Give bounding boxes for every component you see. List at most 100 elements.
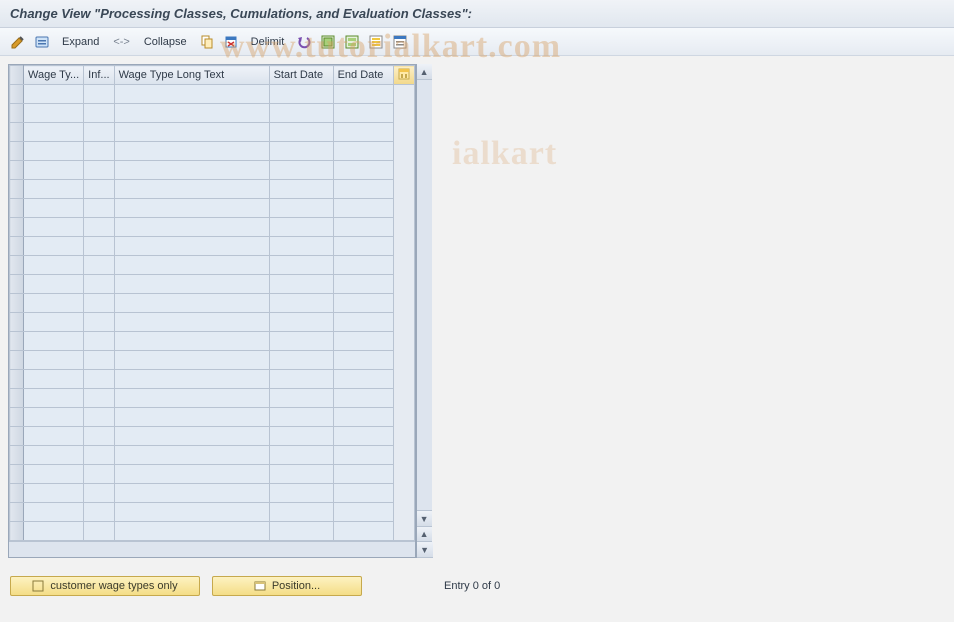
cell-end-date[interactable] bbox=[333, 256, 393, 275]
cell-end-date[interactable] bbox=[333, 180, 393, 199]
cell-long-text[interactable] bbox=[114, 427, 269, 446]
cell-long-text[interactable] bbox=[114, 199, 269, 218]
cell-inf[interactable] bbox=[84, 332, 114, 351]
cell-inf[interactable] bbox=[84, 123, 114, 142]
table-row[interactable] bbox=[10, 522, 415, 541]
cell-end-date[interactable] bbox=[333, 237, 393, 256]
row-handle[interactable] bbox=[10, 313, 24, 332]
scroll-up-icon[interactable]: ▲ bbox=[417, 64, 432, 80]
cell-start-date[interactable] bbox=[269, 370, 333, 389]
vertical-scrollbar[interactable]: ▲ ▼ ▲ ▼ bbox=[416, 64, 432, 558]
cell-wage-type[interactable] bbox=[24, 446, 84, 465]
cell-end-date[interactable] bbox=[333, 142, 393, 161]
cell-long-text[interactable] bbox=[114, 446, 269, 465]
cell-wage-type[interactable] bbox=[24, 313, 84, 332]
toggle-display-change-icon[interactable] bbox=[8, 33, 28, 51]
row-handle[interactable] bbox=[10, 370, 24, 389]
cell-inf[interactable] bbox=[84, 313, 114, 332]
table-row[interactable] bbox=[10, 370, 415, 389]
cell-long-text[interactable] bbox=[114, 161, 269, 180]
table-row[interactable] bbox=[10, 123, 415, 142]
cell-end-date[interactable] bbox=[333, 104, 393, 123]
table-row[interactable] bbox=[10, 503, 415, 522]
cell-start-date[interactable] bbox=[269, 294, 333, 313]
table-row[interactable] bbox=[10, 237, 415, 256]
cell-start-date[interactable] bbox=[269, 123, 333, 142]
cell-long-text[interactable] bbox=[114, 503, 269, 522]
row-handle[interactable] bbox=[10, 218, 24, 237]
cell-inf[interactable] bbox=[84, 446, 114, 465]
select-block-icon[interactable] bbox=[342, 33, 362, 51]
cell-start-date[interactable] bbox=[269, 351, 333, 370]
cell-long-text[interactable] bbox=[114, 218, 269, 237]
row-handle[interactable] bbox=[10, 351, 24, 370]
table-row[interactable] bbox=[10, 104, 415, 123]
cell-inf[interactable] bbox=[84, 237, 114, 256]
cell-wage-type[interactable] bbox=[24, 522, 84, 541]
cell-end-date[interactable] bbox=[333, 351, 393, 370]
cell-wage-type[interactable] bbox=[24, 142, 84, 161]
cell-long-text[interactable] bbox=[114, 465, 269, 484]
cell-start-date[interactable] bbox=[269, 199, 333, 218]
cell-wage-type[interactable] bbox=[24, 332, 84, 351]
cell-start-date[interactable] bbox=[269, 180, 333, 199]
cell-start-date[interactable] bbox=[269, 389, 333, 408]
cell-long-text[interactable] bbox=[114, 123, 269, 142]
cell-start-date[interactable] bbox=[269, 104, 333, 123]
cell-end-date[interactable] bbox=[333, 123, 393, 142]
cell-long-text[interactable] bbox=[114, 522, 269, 541]
row-handle[interactable] bbox=[10, 199, 24, 218]
table-row[interactable] bbox=[10, 180, 415, 199]
table-row[interactable] bbox=[10, 142, 415, 161]
cell-inf[interactable] bbox=[84, 503, 114, 522]
cell-inf[interactable] bbox=[84, 408, 114, 427]
cell-start-date[interactable] bbox=[269, 522, 333, 541]
row-handle[interactable] bbox=[10, 104, 24, 123]
cell-long-text[interactable] bbox=[114, 313, 269, 332]
cell-wage-type[interactable] bbox=[24, 199, 84, 218]
table-row[interactable] bbox=[10, 218, 415, 237]
cell-end-date[interactable] bbox=[333, 199, 393, 218]
row-handle[interactable] bbox=[10, 275, 24, 294]
cell-inf[interactable] bbox=[84, 484, 114, 503]
cell-inf[interactable] bbox=[84, 389, 114, 408]
row-handle[interactable] bbox=[10, 465, 24, 484]
select-all-icon[interactable] bbox=[318, 33, 338, 51]
cell-end-date[interactable] bbox=[333, 484, 393, 503]
table-row[interactable] bbox=[10, 427, 415, 446]
cell-wage-type[interactable] bbox=[24, 484, 84, 503]
row-handle[interactable] bbox=[10, 237, 24, 256]
row-handle[interactable] bbox=[10, 142, 24, 161]
cell-start-date[interactable] bbox=[269, 142, 333, 161]
wage-type-table[interactable]: Wage Ty... Inf... Wage Type Long Text St… bbox=[9, 65, 415, 541]
cell-end-date[interactable] bbox=[333, 522, 393, 541]
cell-end-date[interactable] bbox=[333, 503, 393, 522]
cell-long-text[interactable] bbox=[114, 180, 269, 199]
cell-start-date[interactable] bbox=[269, 313, 333, 332]
cell-inf[interactable] bbox=[84, 294, 114, 313]
cell-end-date[interactable] bbox=[333, 218, 393, 237]
cell-end-date[interactable] bbox=[333, 370, 393, 389]
cell-wage-type[interactable] bbox=[24, 161, 84, 180]
cell-long-text[interactable] bbox=[114, 237, 269, 256]
cell-end-date[interactable] bbox=[333, 446, 393, 465]
cell-inf[interactable] bbox=[84, 104, 114, 123]
cell-long-text[interactable] bbox=[114, 484, 269, 503]
row-handle[interactable] bbox=[10, 446, 24, 465]
scroll-down2-icon[interactable]: ▼ bbox=[417, 542, 433, 558]
cell-inf[interactable] bbox=[84, 142, 114, 161]
delete-icon[interactable] bbox=[221, 33, 241, 51]
cell-end-date[interactable] bbox=[333, 275, 393, 294]
copy-icon[interactable] bbox=[197, 33, 217, 51]
row-handle[interactable] bbox=[10, 484, 24, 503]
cell-start-date[interactable] bbox=[269, 503, 333, 522]
cell-start-date[interactable] bbox=[269, 446, 333, 465]
cell-end-date[interactable] bbox=[333, 389, 393, 408]
cell-long-text[interactable] bbox=[114, 142, 269, 161]
cell-wage-type[interactable] bbox=[24, 123, 84, 142]
scroll-down-icon[interactable]: ▼ bbox=[417, 510, 432, 526]
cell-wage-type[interactable] bbox=[24, 427, 84, 446]
cell-inf[interactable] bbox=[84, 199, 114, 218]
row-handle[interactable] bbox=[10, 389, 24, 408]
table-row[interactable] bbox=[10, 313, 415, 332]
